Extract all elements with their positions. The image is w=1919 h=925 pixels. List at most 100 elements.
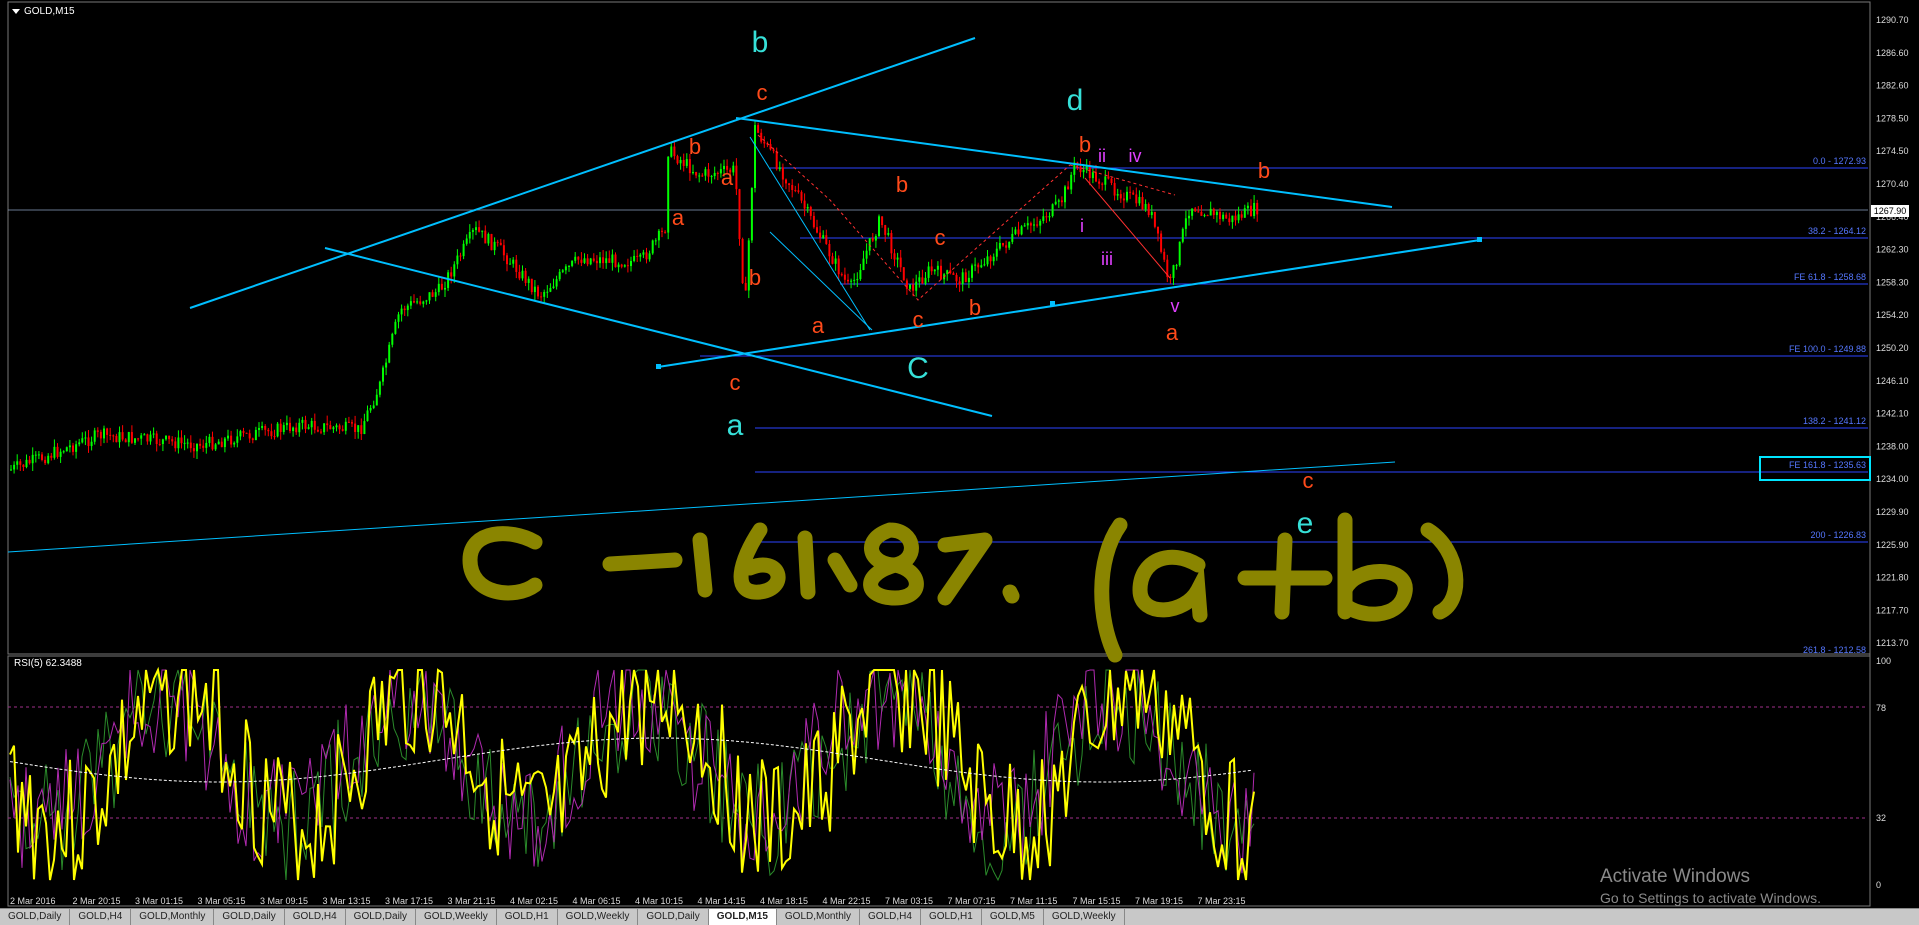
wave-label-red: b <box>1258 158 1270 183</box>
time-tick: 7 Mar 23:15 <box>1198 896 1246 906</box>
candle-body <box>1070 174 1073 190</box>
candle-body <box>347 421 350 423</box>
candle-body <box>580 259 583 263</box>
candle-body <box>611 254 614 263</box>
candle-body <box>902 267 905 281</box>
tab-chart[interactable]: GOLD,H1 <box>921 909 982 925</box>
candle-body <box>1026 223 1029 226</box>
candle-body <box>382 367 384 382</box>
chart-symbol-label[interactable]: GOLD,M15 <box>12 6 75 17</box>
candle-body <box>34 454 37 456</box>
candle-body <box>812 215 815 228</box>
wave-label-red: c <box>1303 468 1314 493</box>
candle-body <box>713 172 716 177</box>
tab-chart[interactable]: GOLD,H1 <box>497 909 558 925</box>
candle-body <box>763 141 766 144</box>
candle-body <box>186 442 189 444</box>
candle-body <box>1023 225 1026 227</box>
candle-body <box>636 255 639 257</box>
candle-body <box>289 422 291 432</box>
candle-body <box>543 291 546 297</box>
candle-body <box>112 435 115 437</box>
candle-body <box>1141 196 1144 210</box>
candle-body <box>540 296 543 298</box>
candle-body <box>698 175 701 177</box>
candle-body <box>1240 214 1243 218</box>
candle-body <box>490 233 493 251</box>
candle-body <box>856 279 859 281</box>
tab-chart[interactable]: GOLD,Weekly <box>1044 909 1125 925</box>
candle-body <box>1119 194 1122 199</box>
time-tick: 4 Mar 10:15 <box>635 896 683 906</box>
tab-chart[interactable]: GOLD,Daily <box>214 909 285 925</box>
rsi-tick: 100 <box>1876 656 1891 666</box>
candle-body <box>431 292 434 297</box>
candle-body <box>1209 208 1212 216</box>
candle-body <box>419 301 422 304</box>
time-tick: 2 Mar 2016 <box>10 896 56 906</box>
tab-chart[interactable]: GOLD,Daily <box>638 909 709 925</box>
time-tick: 4 Mar 02:15 <box>510 896 558 906</box>
candle-body <box>428 292 431 301</box>
tab-chart[interactable]: GOLD,Weekly <box>416 909 497 925</box>
candle-body <box>245 432 248 434</box>
chart-tabs: GOLD,Daily GOLD,H4 GOLD,Monthly GOLD,Daily G… <box>0 908 1919 925</box>
candle-body <box>940 265 942 280</box>
price-tick: 1286.60 <box>1876 48 1909 58</box>
tab-chart[interactable]: GOLD,M5 <box>982 909 1044 925</box>
candle-body <box>989 256 992 262</box>
candle-body <box>437 283 440 293</box>
tab-chart[interactable]: GOLD,Daily <box>346 909 417 925</box>
candle-body <box>564 266 567 271</box>
candle-body <box>25 459 28 467</box>
candle-body <box>791 184 794 191</box>
time-tick: 3 Mar 17:15 <box>385 896 433 906</box>
candle-body <box>28 459 31 464</box>
chart-canvas[interactable]: 1290.70 1286.60 1282.60 1278.50 1274.50 1270.… <box>0 0 1919 924</box>
wave-label-red: a <box>812 313 825 338</box>
candle-body <box>971 265 973 278</box>
candle-body <box>1147 203 1150 216</box>
tab-chart[interactable]: GOLD,Monthly <box>131 909 215 925</box>
candle-body <box>227 435 229 439</box>
candle-body <box>977 264 980 268</box>
tab-chart[interactable]: GOLD,Daily <box>0 909 71 925</box>
candle-body <box>1163 251 1166 260</box>
tab-chart[interactable]: GOLD,H4 <box>70 909 132 925</box>
candle-body <box>574 256 577 261</box>
tab-chart[interactable]: GOLD,Monthly <box>777 909 861 925</box>
candle-body <box>385 362 388 368</box>
tab-chart[interactable]: GOLD,H4 <box>860 909 921 925</box>
price-axis: 1290.70 1286.60 1282.60 1278.50 1274.50 1270.… <box>1876 15 1909 648</box>
candle-body <box>416 301 419 303</box>
candle-body <box>955 274 958 282</box>
candle-body <box>825 235 828 244</box>
price-tick: 1213.70 <box>1876 638 1909 648</box>
candle-body <box>502 245 505 256</box>
candle-body <box>406 305 409 311</box>
candle-body <box>744 283 747 291</box>
candle-body <box>292 427 295 432</box>
candle-body <box>413 301 415 303</box>
time-tick: 3 Mar 21:15 <box>448 896 496 906</box>
candle-body <box>785 179 787 184</box>
candle-body <box>1194 208 1197 212</box>
fib-label: FE 100.0 - 1249.88 <box>1789 344 1866 354</box>
candle-body <box>335 425 338 428</box>
price-tick: 1278.50 <box>1876 113 1909 123</box>
candle-body <box>1017 229 1020 235</box>
candle-body <box>834 258 837 264</box>
candle-body <box>261 425 264 428</box>
candle-body <box>704 169 707 176</box>
wave-label-red: b <box>1079 132 1091 157</box>
candle-body <box>400 308 403 315</box>
tab-chart[interactable]: GOLD,M15 <box>708 909 777 925</box>
rsi-axis: 100 78 32 0 <box>1876 656 1891 890</box>
price-tick: 1225.90 <box>1876 540 1909 550</box>
candle-body <box>310 420 313 428</box>
candle-body <box>642 252 645 255</box>
tab-chart[interactable]: GOLD,Weekly <box>558 909 639 925</box>
tab-chart[interactable]: GOLD,H4 <box>285 909 346 925</box>
candle-body <box>794 190 797 192</box>
candle-body <box>1051 204 1054 217</box>
